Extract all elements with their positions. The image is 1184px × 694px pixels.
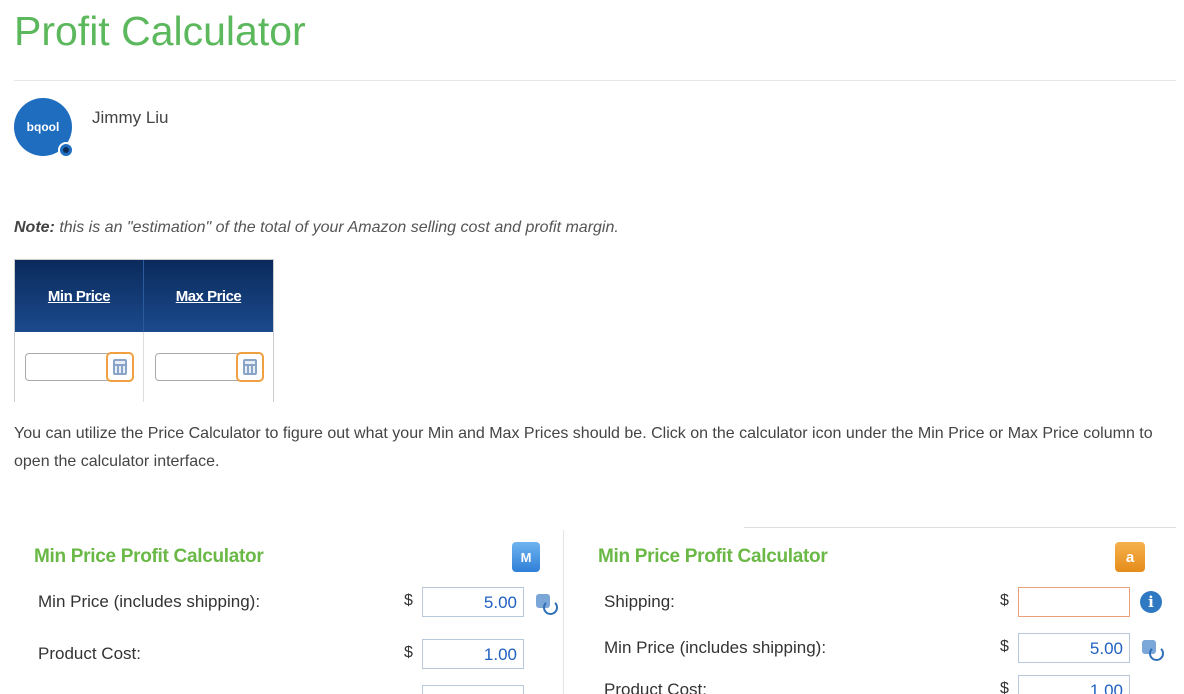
instructions-paragraph: You can utilize the Price Calculator to …	[14, 425, 1153, 470]
price-table-header: Min Price Max Price	[15, 260, 273, 332]
min-price-field[interactable]: 5.00	[1018, 633, 1130, 663]
min-price-header[interactable]: Min Price	[15, 260, 144, 332]
note-body: this is an "estimation" of the total of …	[54, 219, 619, 236]
currency-symbol: $	[1000, 680, 1009, 694]
currency-symbol: $	[404, 644, 413, 661]
price-table: Min Price Max Price	[14, 259, 274, 402]
user-badge-icon	[58, 142, 74, 158]
calc-row-min-price: Min Price (includes shipping): $ 5.00	[38, 586, 558, 617]
currency-symbol: $	[1000, 638, 1009, 655]
product-cost-field[interactable]: 1.00	[1018, 675, 1130, 694]
info-icon[interactable]: i	[1140, 591, 1162, 613]
author-block: bqool Jimmy Liu	[14, 98, 169, 158]
calculator-title: Min Price Profit Calculator	[598, 546, 828, 567]
next-field[interactable]	[422, 685, 524, 694]
calc-row-min-price: Min Price (includes shipping): $ 5.00	[604, 632, 1174, 663]
max-price-header[interactable]: Max Price	[144, 260, 273, 332]
currency-symbol: $	[1000, 592, 1009, 609]
right-panel-divider	[744, 527, 1176, 528]
min-price-input[interactable]	[25, 352, 134, 382]
refresh-icon[interactable]	[534, 592, 558, 615]
min-price-cell	[15, 332, 144, 402]
avatar[interactable]: bqool	[14, 98, 74, 158]
refresh-icon[interactable]	[1140, 638, 1164, 661]
row-label: Min Price (includes shipping):	[604, 638, 827, 657]
calculator-icon[interactable]	[106, 352, 134, 382]
row-label: Shipping:	[604, 592, 675, 611]
row-label: Min Price (includes shipping):	[38, 592, 261, 611]
calc-row-partial	[38, 684, 558, 694]
min-price-field[interactable]: 5.00	[422, 587, 524, 617]
amazon-a-icon[interactable]: a	[1115, 542, 1145, 572]
calc-row-product-cost: Product Cost: $ 1.00	[604, 674, 1174, 694]
note-text: Note: this is an "estimation" of the tot…	[14, 219, 619, 237]
calculator-title: Min Price Profit Calculator	[34, 546, 264, 567]
author-name[interactable]: Jimmy Liu	[92, 108, 169, 128]
page-title: Profit Calculator	[14, 8, 306, 54]
note-prefix: Note:	[14, 219, 55, 236]
calc-row-shipping: Shipping: $ i	[604, 586, 1174, 617]
calc-row-product-cost: Product Cost: $ 1.00	[38, 638, 558, 669]
row-label: Product Cost:	[38, 644, 141, 663]
title-divider	[14, 80, 1176, 81]
row-label: Product Cost:	[604, 680, 707, 694]
max-price-input[interactable]	[154, 352, 264, 382]
max-price-cell	[144, 332, 273, 402]
currency-symbol: $	[404, 592, 413, 609]
product-cost-field[interactable]: 1.00	[422, 639, 524, 669]
avatar-logo-text: bqool	[26, 120, 60, 134]
left-min-price-calculator: Min Price Profit Calculator M Min Price …	[24, 530, 564, 694]
calculator-icon[interactable]	[235, 352, 264, 382]
right-min-price-calculator: Min Price Profit Calculator a Shipping: …	[590, 530, 1180, 694]
shipping-field[interactable]	[1018, 587, 1130, 617]
marketplace-m-icon[interactable]: M	[512, 542, 540, 572]
price-table-body	[15, 332, 273, 402]
